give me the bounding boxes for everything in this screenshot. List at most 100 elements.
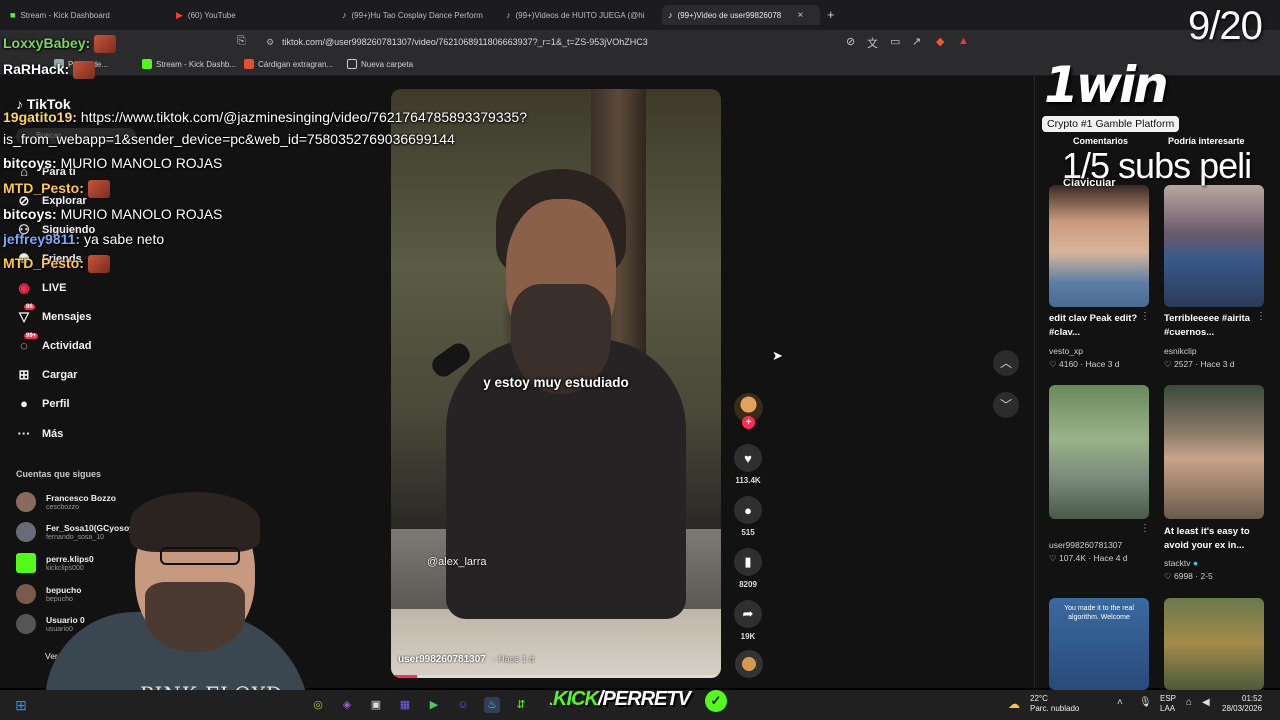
network-icon[interactable]: ⌂ — [1186, 697, 1192, 708]
card-user[interactable]: user998260781307 — [1049, 540, 1122, 550]
url-text: tiktok.com/@user998260781307/video/76210… — [282, 37, 648, 47]
card-age: 2-5 — [1200, 571, 1213, 581]
tab-label: (99+)Hu Tao Cosplay Dance Perform — [351, 10, 483, 20]
chat-text: MURIO MANOLO ROJAS — [60, 155, 223, 171]
avatar — [16, 584, 36, 604]
brave-rewards-icon[interactable]: ▲ — [958, 35, 969, 47]
comment-button[interactable]: ● 515 — [734, 496, 762, 537]
youtube-icon: ▶ — [176, 9, 183, 20]
upload-icon: ⊞ — [18, 367, 30, 382]
taskbar-app-icon[interactable]: ◎ — [310, 697, 326, 713]
chat-username: bitcoys: — [3, 206, 57, 222]
sponsor-tagline: Crypto #1 Gamble Platform — [1042, 116, 1180, 132]
chevron-up-icon[interactable]: ˄ — [1117, 697, 1123, 708]
taskbar-app-icon[interactable]: ▦ — [397, 697, 413, 713]
chat-message: 19gatito19: https://www.tiktok.com/@jazm… — [3, 109, 527, 125]
chat-username: bitcoys: — [3, 155, 57, 171]
card-title[interactable]: Terribleeeee #airita #cuernos... — [1164, 312, 1260, 340]
system-clock[interactable]: 01:52 28/03/2026 — [1222, 694, 1262, 714]
video-thumbnail[interactable] — [1049, 385, 1149, 519]
avatar — [16, 614, 36, 634]
card-likes: 4160 — [1059, 359, 1078, 369]
live-icon: ◉ — [18, 280, 30, 295]
taskbar-app-icon[interactable]: ▶ — [426, 697, 442, 713]
sidebar-item-perfil[interactable]: ● Perfil — [16, 396, 69, 411]
bookmark-star-icon[interactable]: ⎘ — [237, 35, 246, 48]
card-user[interactable]: esnikclip — [1164, 346, 1197, 356]
translate-icon[interactable]: 文 — [867, 35, 878, 51]
taskbar-app-icon[interactable]: ▣ — [368, 697, 384, 713]
video-thumbnail[interactable] — [1164, 385, 1264, 519]
brave-shield-icon[interactable]: ◆ — [936, 35, 944, 48]
chat-username: MTD_Pesto: — [3, 180, 84, 196]
sidebar-item-label: LIVE — [42, 282, 67, 294]
sidebar-item-actividad[interactable]: ◌ 99+ Actividad — [16, 333, 92, 353]
video-thumbnail[interactable]: You made it to the real algorithm. Welco… — [1049, 598, 1149, 690]
bookmark-item[interactable]: Stream - Kick Dashb... — [142, 59, 236, 69]
heart-outline-icon: ♡ — [1049, 553, 1057, 563]
sidebar-item-cargar[interactable]: ⊞ Cargar — [16, 367, 78, 383]
close-tab-icon[interactable]: × — [798, 10, 804, 21]
taskbar-app-icon[interactable]: ◈ — [339, 697, 355, 713]
video-player[interactable]: y estoy muy estudiado @alex_larra user99… — [391, 89, 721, 678]
video-thumbnail[interactable] — [1164, 185, 1264, 307]
stream-counter: 9/20 — [1188, 4, 1263, 48]
weather-widget[interactable]: 22°C Parc. nublado — [1030, 694, 1079, 714]
tiktok-icon: ♪ — [668, 10, 673, 20]
sidebar-item-live[interactable]: ◉ LIVE — [16, 280, 66, 296]
chat-message-continued: is_from_webapp=1&sender_device=pc&web_id… — [3, 131, 455, 147]
tab-hu-tao[interactable]: ♪ (99+)Hu Tao Cosplay Dance Perform — [336, 5, 498, 25]
sidebar-item-label: Más — [42, 427, 64, 440]
tab-kick-dashboard[interactable]: ■ Stream - Kick Dashboard — [4, 5, 169, 25]
share-page-icon[interactable]: ↗ — [912, 35, 921, 48]
bookmark-folder[interactable]: Nueva carpeta — [347, 59, 413, 69]
bookmark-icon: ▮ — [734, 548, 762, 576]
video-progress-bar[interactable] — [391, 675, 721, 678]
tab-label: (60) YouTube — [187, 10, 236, 20]
chat-username: LoxxyBabey: — [3, 35, 91, 51]
cast-icon[interactable]: ▭ — [890, 35, 900, 48]
site-info-icon[interactable]: ⚙ — [266, 33, 274, 51]
language-indicator[interactable]: ESP LAA — [1160, 694, 1176, 714]
steam-icon[interactable]: ♨ — [484, 697, 500, 713]
card-title[interactable]: edit clav Peak edit? #clav... — [1049, 312, 1145, 340]
tab-youtube[interactable]: ▶ (60) YouTube — [170, 5, 335, 25]
music-disc[interactable] — [735, 650, 763, 678]
chevron-up-icon[interactable]: ︿ — [993, 350, 1019, 376]
tab-huito[interactable]: ♪ (99+)Videos de HUITO JUEGA (@hi — [500, 5, 660, 25]
volume-icon[interactable]: ◀ — [1202, 697, 1210, 708]
like-button[interactable]: ♥ 113.4K — [734, 444, 762, 485]
follow-plus-icon[interactable]: + — [742, 416, 755, 429]
bookmark-item[interactable]: Cárdigan extragran... — [244, 59, 333, 69]
new-tab-icon[interactable]: + — [827, 7, 835, 22]
bookmark-count: 8209 — [739, 580, 757, 589]
video-thumbnail[interactable]: Clavicular — [1049, 177, 1149, 307]
tab-active-video[interactable]: ♪ (99+)Video de user99826078 × — [662, 5, 820, 25]
video-thumbnail[interactable] — [1164, 598, 1264, 690]
more-options-icon[interactable]: ⋮ — [1140, 311, 1150, 322]
more-options-icon[interactable]: ⋮ — [1256, 311, 1266, 322]
tiktok-icon: ♪ — [506, 10, 511, 20]
microphone-icon[interactable]: 🎙 — [1139, 697, 1152, 708]
heart-outline-icon: ♡ — [1164, 571, 1172, 581]
chevron-down-icon[interactable]: ﹀ — [993, 392, 1019, 418]
tab-label: (99+)Videos de HUITO JUEGA (@hi — [515, 10, 645, 20]
card-title[interactable]: At least it's easy to avoid your ex in..… — [1164, 525, 1260, 553]
card-user[interactable]: stacktv ● — [1164, 558, 1198, 568]
windows-start-icon[interactable]: ⊞ — [13, 697, 29, 713]
sidebar-item-mensajes[interactable]: ▽ 86 Mensajes — [16, 304, 92, 325]
video-author[interactable]: user998260781307 · Hace 1 d — [398, 654, 534, 665]
avatar — [16, 522, 36, 542]
share-button[interactable]: ➦ 19K — [734, 600, 762, 641]
reader-icon[interactable]: ⊘ — [846, 35, 855, 48]
sponsor-logo: 1win — [1044, 56, 1169, 114]
taskbar-app-icon[interactable]: ⇵ — [513, 697, 529, 713]
more-options-icon[interactable]: ⋮ — [1140, 523, 1150, 534]
bookmark-button[interactable]: ▮ 8209 — [734, 548, 762, 589]
chat-text: ya sabe neto — [83, 231, 165, 247]
discord-icon[interactable]: ☺ — [455, 697, 471, 713]
lang-code: ESP — [1160, 694, 1177, 703]
heart-outline-icon: ♡ — [1164, 359, 1172, 369]
sidebar-item-mas[interactable]: ··· Más — [16, 426, 64, 441]
card-user[interactable]: vesto_xp — [1049, 346, 1083, 356]
